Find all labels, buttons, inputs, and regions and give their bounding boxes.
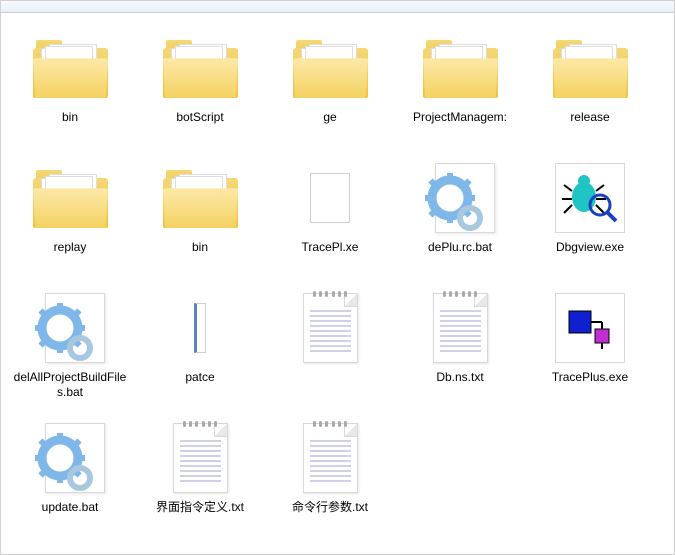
folder-icon: [28, 31, 113, 106]
window-toolbar: [1, 1, 674, 13]
file-item[interactable]: dePlu.rc.bat: [395, 151, 525, 281]
file-label: TracePlus.exe: [552, 370, 628, 402]
file-label: TracePl.xe: [302, 240, 359, 272]
folder-icon: [158, 31, 243, 106]
file-item[interactable]: delAllProjectBuildFiles.bat: [5, 281, 135, 411]
folder-icon: [288, 31, 373, 106]
file-item[interactable]: update.bat: [5, 411, 135, 541]
file-label: Dbgview.exe: [556, 240, 624, 272]
gear-icon: [418, 161, 503, 236]
file-item[interactable]: bin: [5, 21, 135, 151]
file-item[interactable]: release: [525, 21, 655, 151]
file-label: patce: [185, 370, 214, 402]
file-item[interactable]: ProjectManagem:: [395, 21, 525, 151]
file-label: bin: [62, 110, 78, 142]
file-item[interactable]: TracePl.xe: [265, 151, 395, 281]
file-item[interactable]: TracePlus.exe: [525, 281, 655, 411]
file-label: replay: [54, 240, 87, 272]
text-file-icon: [288, 291, 373, 366]
file-icon: [158, 291, 243, 366]
file-item[interactable]: bin: [135, 151, 265, 281]
file-item[interactable]: replay: [5, 151, 135, 281]
file-label: botScript: [176, 110, 223, 142]
file-label: 命令行参数.txt: [292, 500, 368, 532]
folder-icon: [548, 31, 633, 106]
file-label: release: [570, 110, 609, 142]
file-item[interactable]: ge: [265, 21, 395, 151]
diagram-icon: [548, 291, 633, 366]
file-item[interactable]: [265, 281, 395, 411]
file-label: update.bat: [42, 500, 99, 532]
file-item[interactable]: Db.ns.txt: [395, 281, 525, 411]
file-label: bin: [192, 240, 208, 272]
file-label: Db.ns.txt: [436, 370, 483, 402]
text-file-icon: [288, 421, 373, 496]
text-file-icon: [158, 421, 243, 496]
file-icon: [288, 161, 373, 236]
file-label: ge: [323, 110, 336, 142]
gear-icon: [28, 291, 113, 366]
text-file-icon: [418, 291, 503, 366]
file-item[interactable]: botScript: [135, 21, 265, 151]
file-label: ProjectManagem:: [413, 110, 507, 142]
file-item[interactable]: 命令行参数.txt: [265, 411, 395, 541]
file-item[interactable]: Dbgview.exe: [525, 151, 655, 281]
file-item[interactable]: 界面指令定义.txt: [135, 411, 265, 541]
file-label: 界面指令定义.txt: [156, 500, 244, 532]
file-label: delAllProjectBuildFiles.bat: [10, 370, 130, 402]
file-label: dePlu.rc.bat: [428, 240, 492, 272]
folder-icon: [418, 31, 503, 106]
file-item[interactable]: patce: [135, 281, 265, 411]
folder-icon: [158, 161, 243, 236]
file-list: bin botScript ge ProjectManagem: release repl…: [1, 13, 674, 549]
folder-icon: [28, 161, 113, 236]
gear-icon: [28, 421, 113, 496]
bug-icon: [548, 161, 633, 236]
